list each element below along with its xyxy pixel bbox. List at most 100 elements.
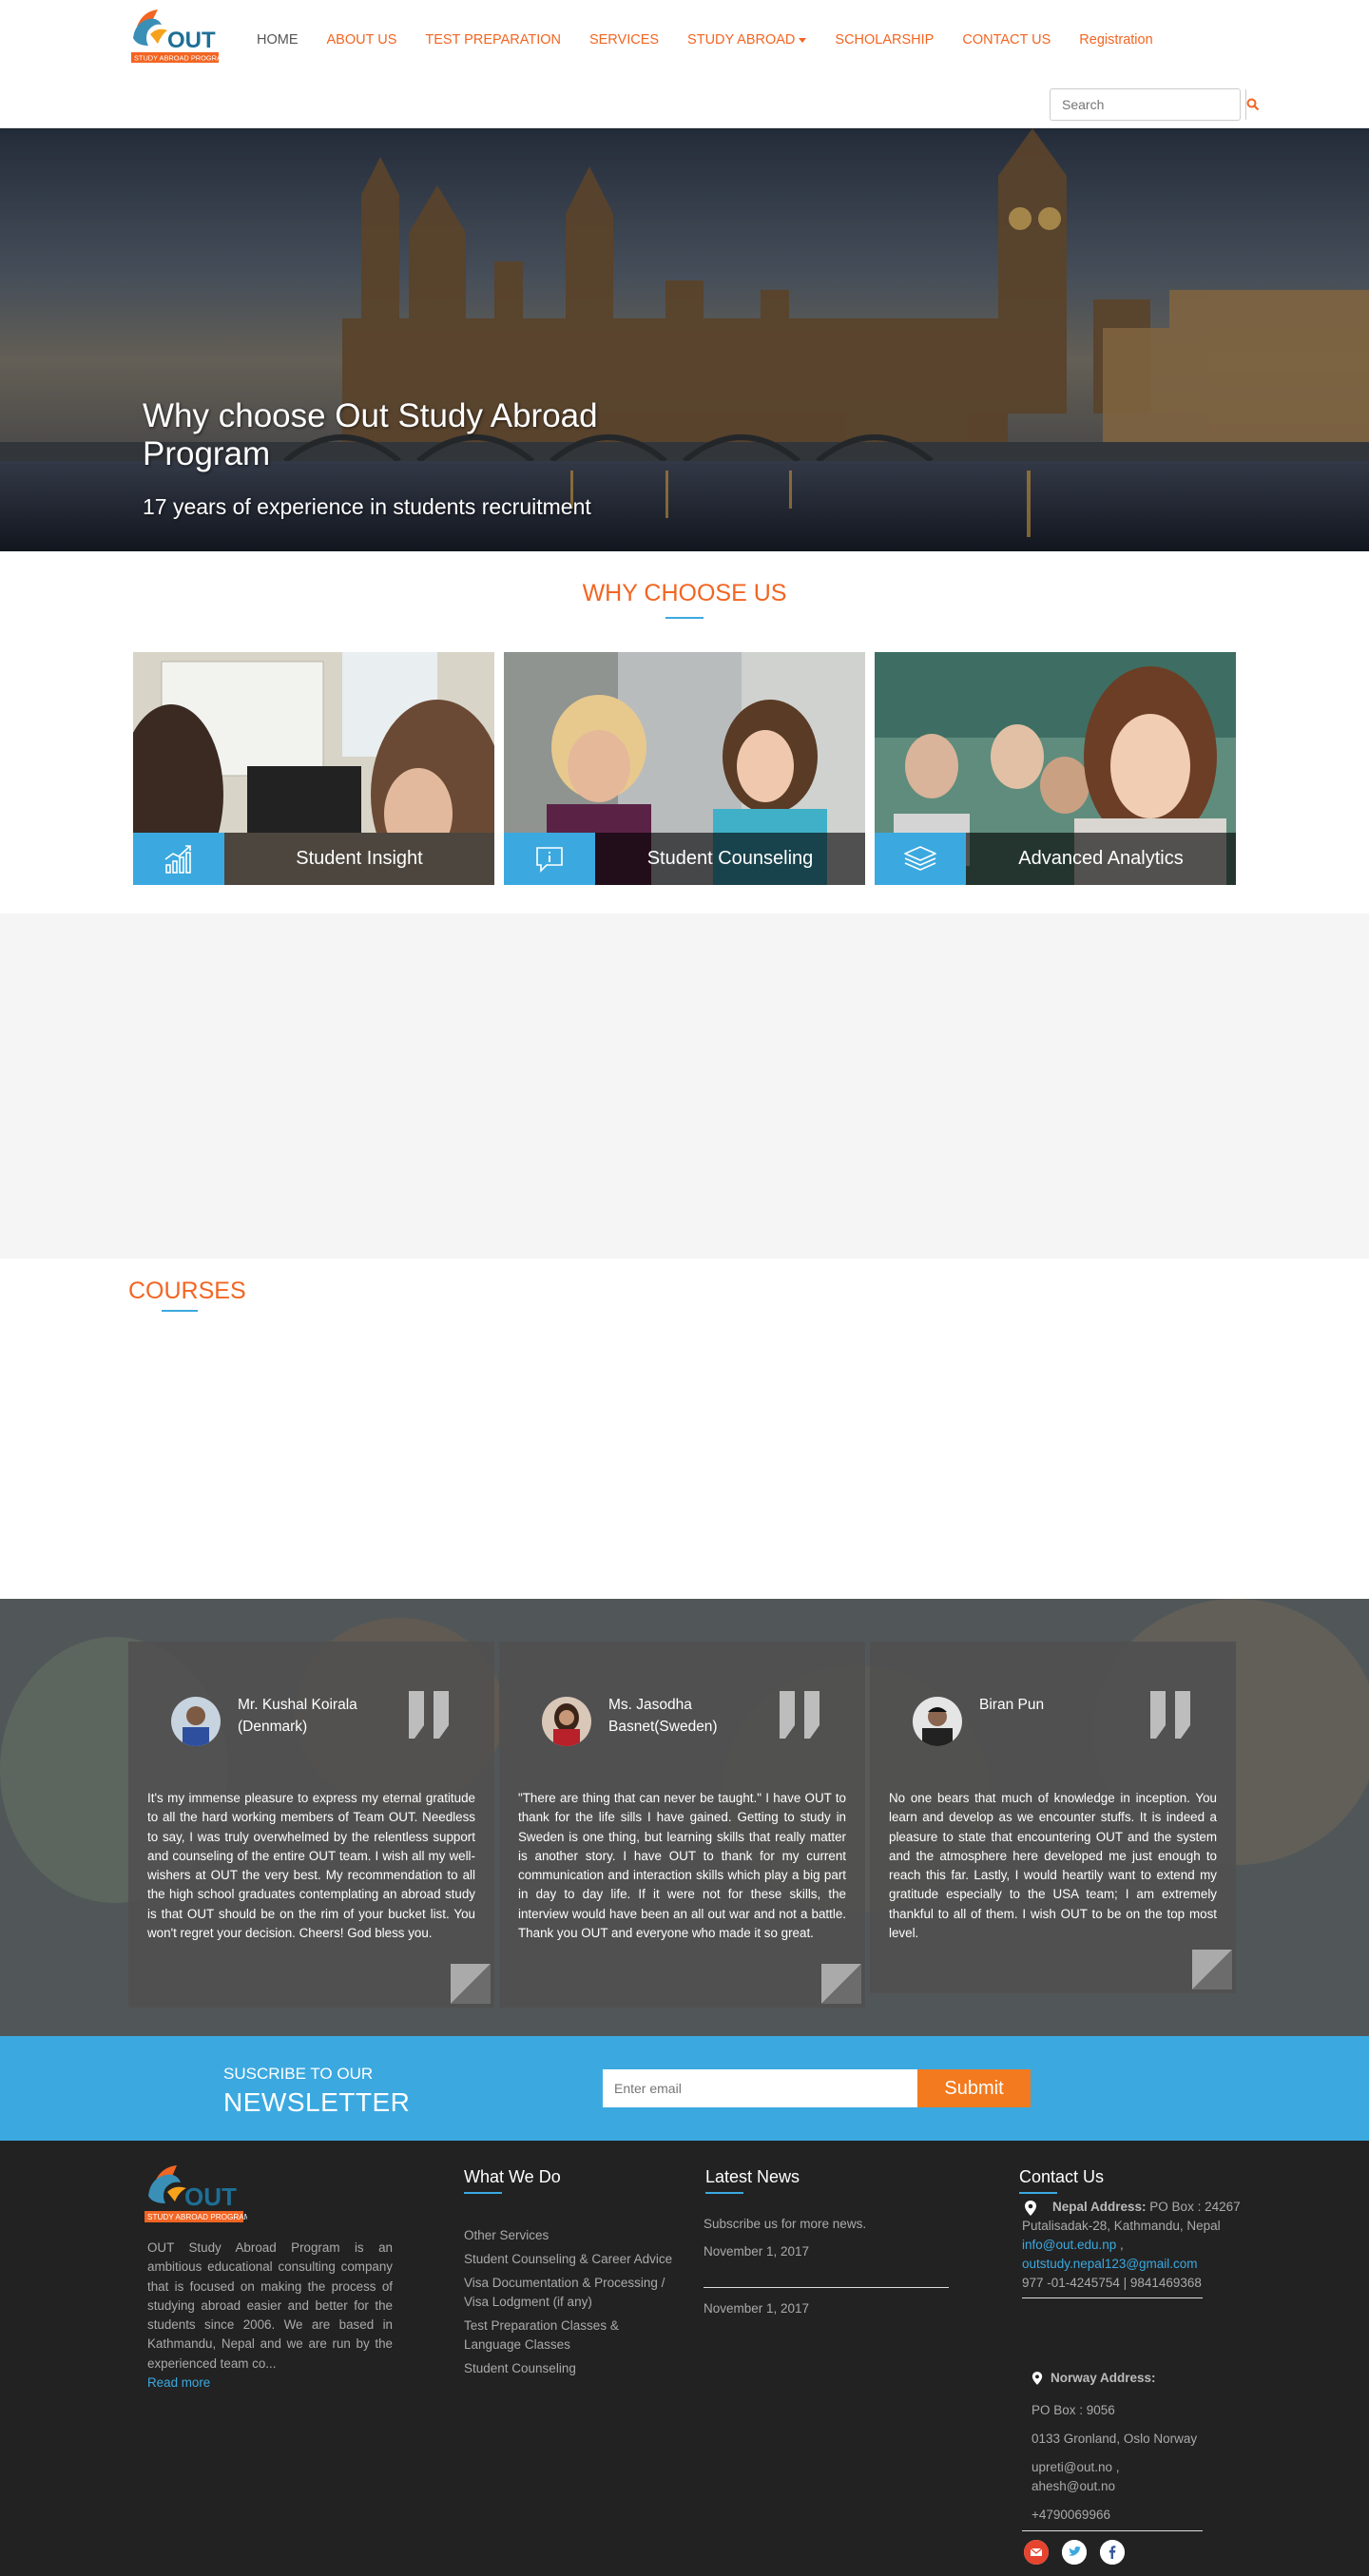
- what-we-do-heading: What We Do: [464, 2167, 561, 2186]
- search-input[interactable]: [1051, 89, 1245, 120]
- divider: [704, 2287, 949, 2288]
- divider: [1022, 2297, 1203, 2298]
- card-label: Student Counseling: [595, 833, 865, 885]
- latest-news-list: Subscribe us for more news. November 1, …: [704, 2217, 949, 2316]
- footer-logo-subtext: STUDY ABROAD PROGRAMS: [147, 2213, 247, 2221]
- quote-icon: [780, 1691, 819, 1739]
- what-we-do-list: Other Services Student Counseling & Care…: [464, 2226, 673, 2383]
- hero-banner: Why choose Out Study Abroad Program 17 y…: [0, 128, 1369, 551]
- latest-news-heading: Latest News: [705, 2167, 800, 2186]
- testimonial-card: Ms. Jasodha Basnet(Sweden) "There are th…: [499, 1642, 865, 2008]
- quote-icon: [409, 1691, 449, 1739]
- empty-grey-band: [0, 913, 1369, 1259]
- testimonial-text: "There are thing that can never be taugh…: [518, 1791, 846, 1941]
- email-icon[interactable]: [1024, 2540, 1049, 2565]
- main-nav: HOME ABOUT US TEST PREPARATION SERVICES …: [257, 32, 1182, 48]
- layers-icon: [875, 833, 966, 885]
- testimonial-text: It's my immense pleasure to express my e…: [147, 1791, 475, 1941]
- what-we-do-item[interactable]: Test Preparation Classes & Language Clas…: [464, 2316, 673, 2355]
- map-pin-icon: [1032, 2372, 1043, 2385]
- testimonial-name: Ms. Jasodha Basnet(Sweden): [608, 1697, 718, 1735]
- map-pin-icon: [1025, 2201, 1036, 2216]
- card-bar: Student Counseling: [504, 833, 865, 885]
- card-label: Student Insight: [224, 833, 494, 885]
- quote-icon: [1150, 1691, 1190, 1739]
- what-we-do-item[interactable]: Student Counseling & Career Advice: [464, 2250, 673, 2269]
- heading-underline: [464, 2192, 502, 2194]
- courses-content: [0, 1312, 1369, 1599]
- search-form: [1050, 88, 1260, 121]
- email-link[interactable]: info@out.edu.np: [1022, 2238, 1116, 2252]
- testimonial-name: Mr. Kushal Koirala (Denmark): [238, 1697, 357, 1735]
- nepal-phones: 977 -01-4245754 | 9841469368: [1022, 2276, 1202, 2290]
- nav-home[interactable]: HOME: [257, 32, 299, 48]
- why-choose-title: WHY CHOOSE US: [582, 580, 787, 606]
- chart-growth-icon: [133, 833, 224, 885]
- norway-pobox: PO Box : 9056: [1032, 2403, 1115, 2417]
- feature-card-advanced-analytics[interactable]: Advanced Analytics: [875, 652, 1236, 885]
- contact-nepal: Nepal Address: PO Box : 24267 Putalisada…: [1022, 2198, 1241, 2303]
- newsletter-subtitle: SUSCRIBE TO OUR: [223, 2065, 374, 2083]
- what-we-do-item[interactable]: Student Counseling: [464, 2359, 673, 2378]
- what-we-do-item[interactable]: Visa Documentation & Processing / Visa L…: [464, 2274, 673, 2312]
- hero-title: Why choose Out Study Abroad Program: [143, 397, 598, 472]
- testimonial-card: Biran Pun No one bears that much of know…: [870, 1642, 1236, 1993]
- logo-subtext: STUDY ABROAD PROGRAMS: [134, 54, 221, 63]
- nav-test-preparation[interactable]: TEST PREPARATION: [425, 32, 561, 48]
- norway-emails: upreti@out.no , ahesh@out.no: [1032, 2460, 1120, 2493]
- nav-contact-us[interactable]: CONTACT US: [962, 32, 1051, 48]
- norway-street: 0133 Gronland, Oslo Norway: [1032, 2432, 1198, 2446]
- site-logo[interactable]: OUT STUDY ABROAD PROGRAMS: [129, 6, 232, 65]
- heading-underline: [1019, 2192, 1057, 2194]
- divider: [1022, 2530, 1203, 2531]
- news-date[interactable]: November 1, 2017: [704, 2301, 949, 2316]
- why-choose-section: WHY CHOOSE US Student Insight Student Co…: [0, 580, 1369, 894]
- read-more-link[interactable]: Read more: [147, 2374, 393, 2393]
- social-links: [1024, 2540, 1125, 2565]
- card-bar: Advanced Analytics: [875, 833, 1236, 885]
- feature-card-student-insight[interactable]: Student Insight: [133, 652, 494, 885]
- footer-about: OUT Study Abroad Program is an ambitious…: [147, 2239, 393, 2393]
- courses-title: COURSES: [128, 1278, 246, 1304]
- chevron-down-icon: [799, 37, 807, 43]
- testimonial-text: No one bears that much of knowledge in i…: [889, 1791, 1217, 1941]
- newsletter-submit-button[interactable]: Submit: [917, 2069, 1031, 2107]
- courses-section: COURSES: [0, 1278, 1369, 1599]
- testimonial-card: Mr. Kushal Koirala (Denmark) It's my imm…: [128, 1642, 494, 2008]
- heading-underline: [705, 2192, 743, 2194]
- email-link[interactable]: outstudy.nepal123@gmail.com: [1022, 2257, 1198, 2271]
- footer-logo-text: OUT: [184, 2182, 237, 2211]
- nav-services[interactable]: SERVICES: [589, 32, 659, 48]
- nepal-address-label: Nepal Address:: [1052, 2200, 1147, 2214]
- norway-phone: +4790069966: [1032, 2508, 1110, 2522]
- testimonial-name: Biran Pun: [979, 1697, 1045, 1713]
- news-date[interactable]: November 1, 2017: [704, 2244, 949, 2259]
- page-fold-decoration: [821, 1964, 861, 2004]
- nav-about-us[interactable]: ABOUT US: [327, 32, 397, 48]
- nav-scholarship[interactable]: SCHOLARSHIP: [835, 32, 934, 48]
- twitter-icon[interactable]: [1062, 2540, 1087, 2565]
- contact-norway: Norway Address: PO Box : 9056 0133 Gronl…: [1022, 2369, 1250, 2531]
- what-we-do-item[interactable]: Other Services: [464, 2226, 673, 2245]
- page-fold-decoration: [451, 1964, 491, 2004]
- card-label: Advanced Analytics: [966, 833, 1236, 885]
- footer-logo[interactable]: OUT STUDY ABROAD PROGRAMS: [143, 2160, 257, 2226]
- email-separator: ,: [1120, 2238, 1124, 2252]
- nav-study-abroad[interactable]: STUDY ABROAD: [687, 32, 807, 48]
- facebook-icon[interactable]: [1100, 2540, 1125, 2565]
- norway-address-label: Norway Address:: [1051, 2371, 1156, 2385]
- logo-text: OUT: [167, 28, 216, 53]
- info-speech-icon: [504, 833, 595, 885]
- search-button[interactable]: [1245, 89, 1260, 120]
- search-icon: [1246, 98, 1260, 111]
- testimonials-section: Mr. Kushal Koirala (Denmark) It's my imm…: [0, 1599, 1369, 2036]
- newsletter-email-input[interactable]: [603, 2069, 917, 2107]
- nav-registration[interactable]: Registration: [1079, 32, 1152, 48]
- news-intro: Subscribe us for more news.: [704, 2217, 867, 2231]
- avatar: [171, 1697, 221, 1746]
- page-fold-decoration: [1192, 1950, 1232, 1990]
- nav-study-abroad-label: STUDY ABROAD: [687, 32, 796, 48]
- footer-about-text: OUT Study Abroad Program is an ambitious…: [147, 2240, 393, 2371]
- feature-card-student-counseling[interactable]: Student Counseling: [504, 652, 865, 885]
- newsletter-section: SUSCRIBE TO OUR NEWSLETTER Submit: [0, 2036, 1369, 2141]
